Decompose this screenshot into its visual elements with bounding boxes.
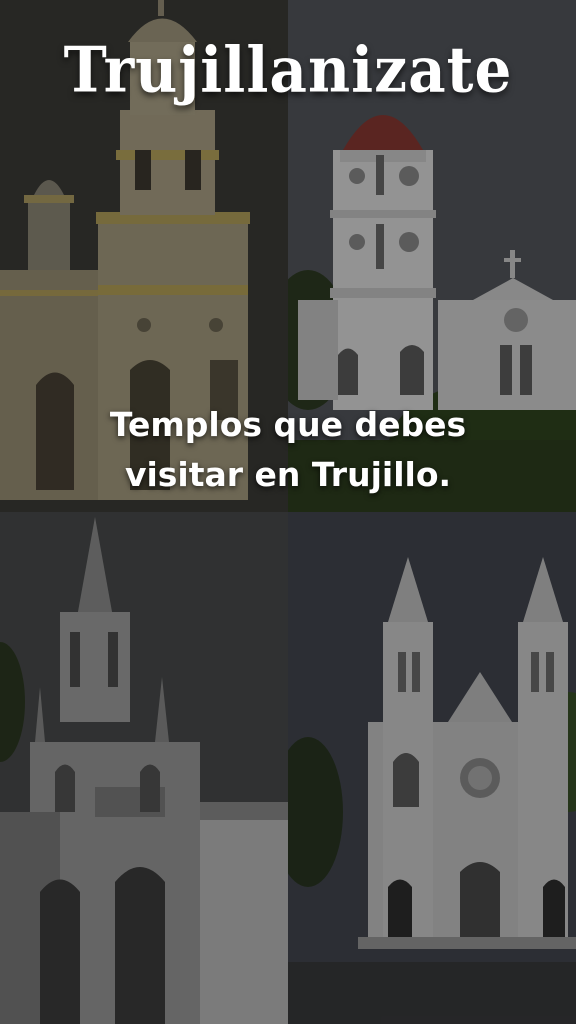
cathedral-twin-spires-illustration bbox=[288, 512, 576, 1024]
headline-line-1: Templos que debes bbox=[109, 405, 467, 444]
headline: Templos que debes visitar en Trujillo. bbox=[0, 400, 576, 500]
photo-cathedral-twin-spires bbox=[288, 512, 576, 1024]
photo-collage bbox=[0, 0, 576, 1024]
photo-church-gothic-spire bbox=[0, 512, 288, 1024]
church-gothic-spire-illustration bbox=[0, 512, 288, 1024]
brand-title: Trujillanizate bbox=[63, 33, 513, 107]
headline-line-2: visitar en Trujillo. bbox=[124, 455, 452, 494]
